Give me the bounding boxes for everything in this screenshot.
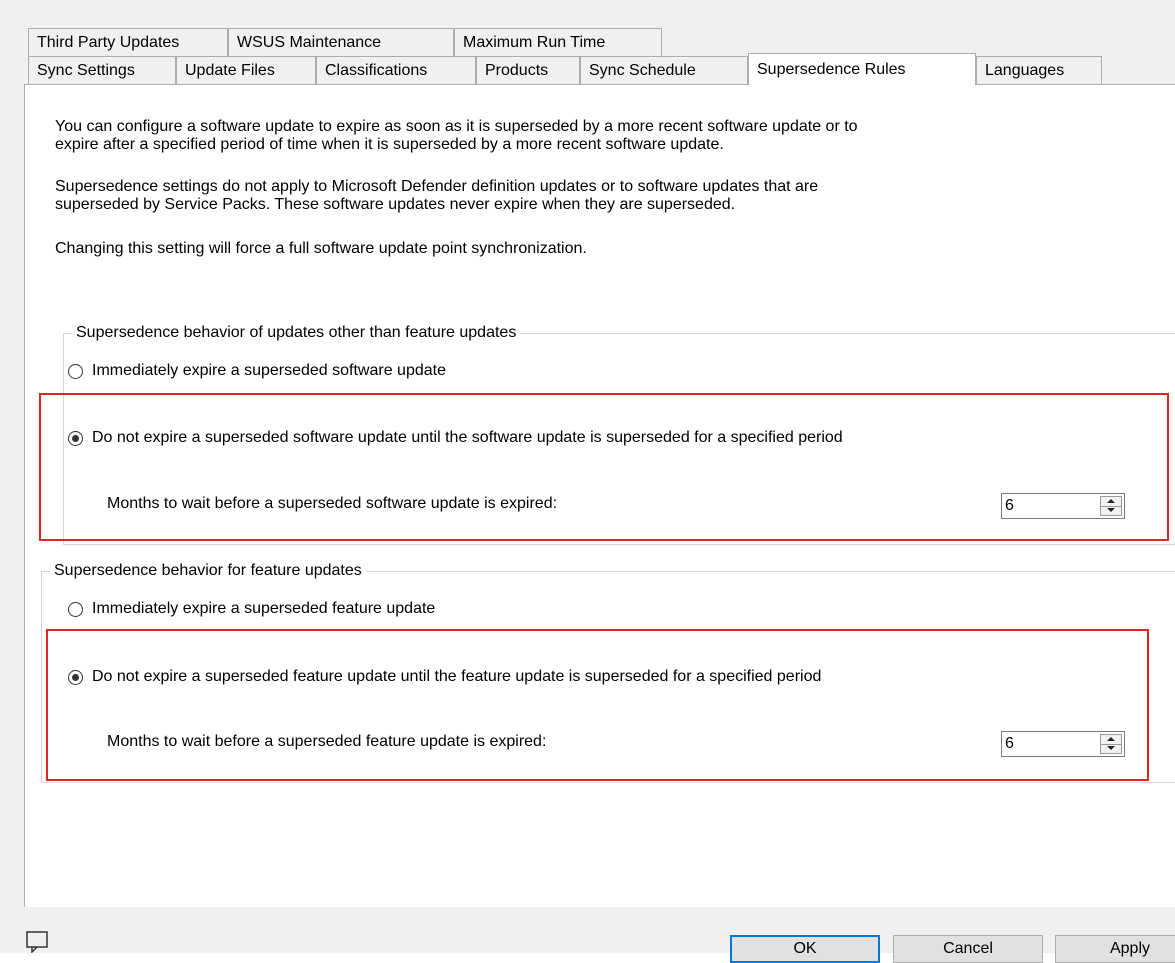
tab-classifications[interactable]: Classifications (316, 56, 476, 84)
radio-row-immediate-feature[interactable]: Immediately expire a superseded feature … (68, 600, 435, 618)
tab-sync-settings[interactable]: Sync Settings (28, 56, 176, 84)
tab-languages[interactable]: Languages (976, 56, 1102, 84)
tab-maximum-run-time[interactable]: Maximum Run Time (454, 28, 662, 56)
intro-line: expire after a specified period of time … (55, 136, 724, 153)
help-icon[interactable] (26, 931, 50, 953)
intro-line: Supersedence settings do not apply to Mi… (55, 178, 819, 195)
intro-paragraph-2: Supersedence settings do not apply to Mi… (55, 178, 818, 214)
radio-immediate-software[interactable] (68, 363, 83, 379)
cancel-button[interactable]: Cancel (893, 935, 1043, 963)
apply-button[interactable]: Apply (1055, 935, 1175, 963)
radio-immediate-feature[interactable] (68, 601, 83, 617)
radio-row-immediate-software[interactable]: Immediately expire a superseded software… (68, 362, 446, 380)
intro-paragraph-1: You can configure a software update to e… (55, 118, 858, 154)
radio-label: Immediately expire a superseded software… (92, 362, 446, 379)
tab-third-party-updates[interactable]: Third Party Updates (28, 28, 228, 56)
tab-wsus-maintenance[interactable]: WSUS Maintenance (228, 28, 454, 56)
tab-supersedence-rules[interactable]: Supersedence Rules (748, 53, 976, 85)
intro-line: superseded by Service Packs. These softw… (55, 196, 736, 213)
intro-line: You can configure a software update to e… (55, 118, 858, 135)
intro-paragraph-3: Changing this setting will force a full … (55, 240, 587, 257)
highlight-box-software (39, 393, 1169, 541)
tab-update-files[interactable]: Update Files (176, 56, 316, 84)
group-other-title: Supersedence behavior of updates other t… (72, 323, 521, 343)
tab-products[interactable]: Products (476, 56, 580, 84)
radio-label: Immediately expire a superseded feature … (92, 600, 436, 617)
highlight-box-feature (46, 629, 1149, 781)
ok-button[interactable]: OK (730, 935, 880, 963)
tab-sync-schedule[interactable]: Sync Schedule (580, 56, 748, 84)
group-feature-title: Supersedence behavior for feature update… (50, 561, 366, 581)
properties-window: Third Party Updates WSUS Maintenance Max… (0, 0, 1175, 963)
